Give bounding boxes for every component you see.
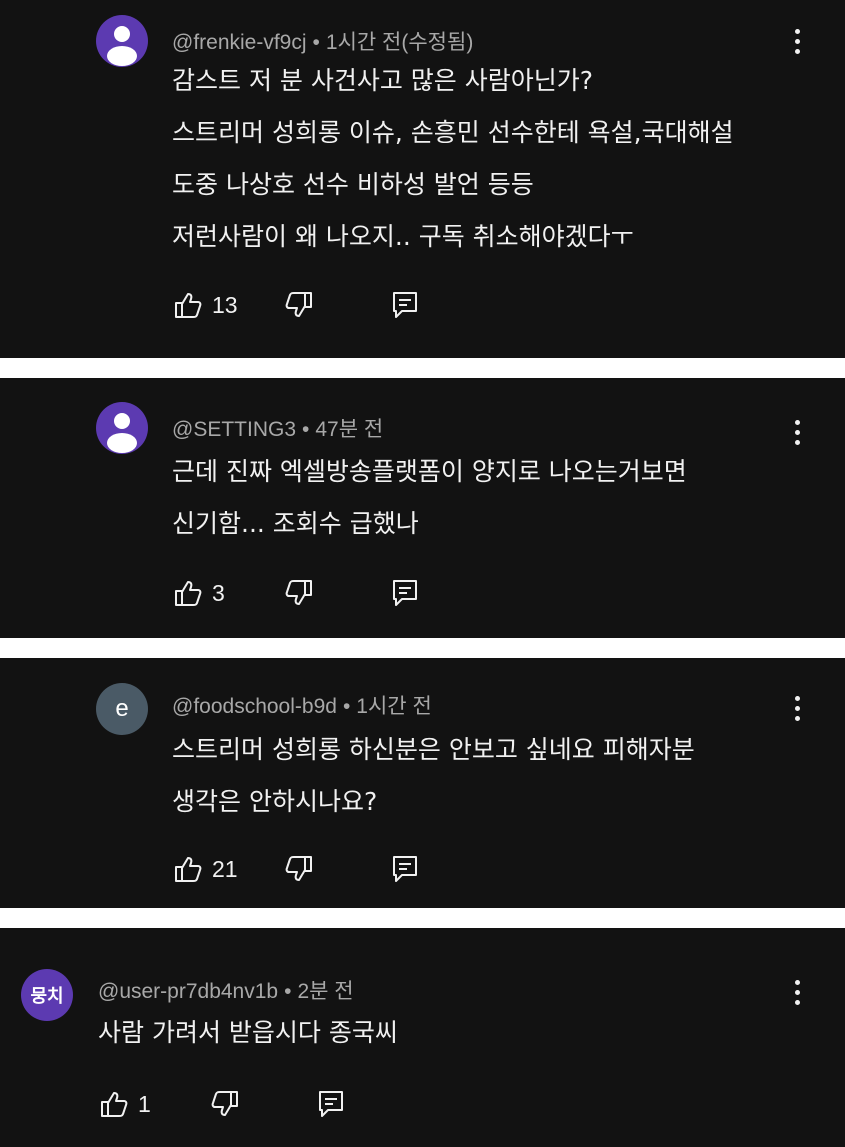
comment-author[interactable]: @user-pr7db4nv1b	[98, 980, 278, 1003]
person-icon	[107, 413, 137, 453]
like-count: 1	[138, 1090, 151, 1117]
comment-actions: 21	[172, 849, 420, 889]
comment-text: 근데 진짜 엑셀방송플랫폼이 양지로 나오는거보면 신기함... 조회수 급했나	[172, 446, 687, 550]
avatar[interactable]: 뭉치	[21, 969, 73, 1021]
comment-author[interactable]: @foodschool-b9d	[172, 695, 337, 718]
dislike-button[interactable]	[283, 289, 315, 321]
thumbs-down-icon	[285, 856, 312, 881]
avatar-letter: e	[115, 695, 129, 722]
comment-card: @frenkie-vf9cj • 1시간 전(수정됨) 감스트 저 분 사건사고 많…	[0, 0, 845, 358]
thumbs-down-icon	[211, 1091, 238, 1116]
comment-line: 저런사람이 왜 나오지.. 구독 취소해야겠다ㅜ	[172, 222, 634, 251]
comment-text: 사람 가려서 받읍시다 종국씨	[98, 1007, 398, 1059]
comment-time: 1시간 전(수정됨)	[325, 31, 474, 54]
reply-button[interactable]	[390, 577, 420, 609]
more-options-icon[interactable]	[788, 694, 808, 724]
like-count: 3	[212, 579, 225, 606]
comment-meta: @user-pr7db4nv1b • 2분 전	[98, 975, 354, 1005]
comment-line: 도중 나상호 선수 비하성 발언 등등	[172, 170, 534, 199]
avatar[interactable]	[96, 15, 148, 67]
reply-button[interactable]	[390, 289, 420, 321]
comment-card: e @foodschool-b9d • 1시간 전 스트리머 성희롱 하신분은 안보…	[0, 658, 845, 908]
comment-meta: @SETTING3 • 47분 전	[172, 413, 383, 443]
person-icon	[107, 26, 137, 66]
separator-dot: •	[284, 980, 292, 1003]
thumbs-down-icon	[285, 292, 312, 317]
comment-author[interactable]: @SETTING3	[172, 418, 296, 441]
like-button[interactable]: 13	[172, 289, 238, 321]
comment-card: @SETTING3 • 47분 전 근데 진짜 엑셀방송플랫폼이 양지로 나오는거보…	[0, 378, 845, 638]
comment-time: 47분 전	[315, 418, 384, 441]
reply-button[interactable]	[316, 1088, 346, 1120]
dislike-button[interactable]	[283, 853, 315, 885]
reply-icon	[392, 292, 417, 318]
avatar-text: 뭉치	[30, 986, 64, 1007]
dislike-button[interactable]	[283, 577, 315, 609]
reply-icon	[392, 580, 417, 606]
thumbs-up-icon	[175, 293, 202, 318]
separator-dot: •	[342, 695, 351, 718]
like-button[interactable]: 21	[172, 853, 238, 885]
thumbs-down-icon	[285, 580, 312, 605]
comment-text: 감스트 저 분 사건사고 많은 사람아닌가? 스트리머 성희롱 이슈, 손흥민 …	[172, 55, 734, 263]
like-button[interactable]: 3	[172, 577, 225, 609]
comment-actions: 3	[172, 573, 420, 613]
comment-line: 근데 진짜 엑셀방송플랫폼이 양지로 나오는거보면	[172, 457, 687, 486]
comment-author[interactable]: @frenkie-vf9cj	[172, 31, 307, 54]
like-button[interactable]: 1	[98, 1088, 151, 1120]
reply-icon	[318, 1091, 343, 1117]
comment-line: 생각은 안하시나요?	[172, 787, 378, 816]
thumbs-up-icon	[175, 857, 202, 882]
more-options-icon[interactable]	[788, 418, 808, 448]
comment-line: 감스트 저 분 사건사고 많은 사람아닌가?	[172, 66, 594, 95]
comment-line: 사람 가려서 받읍시다 종국씨	[98, 1018, 398, 1047]
dislike-button[interactable]	[209, 1088, 241, 1120]
comment-time: 1시간 전	[356, 695, 432, 718]
comment-meta: @foodschool-b9d • 1시간 전	[172, 690, 432, 720]
comment-meta: @frenkie-vf9cj • 1시간 전(수정됨)	[172, 26, 473, 56]
comment-actions: 13	[172, 285, 420, 325]
like-count: 21	[212, 855, 238, 882]
comment-actions: 1	[98, 1084, 346, 1124]
separator-dot: •	[302, 418, 310, 441]
comment-line: 스트리머 성희롱 이슈, 손흥민 선수한테 욕설,국대해설	[172, 118, 734, 147]
thumbs-up-icon	[175, 581, 202, 606]
avatar[interactable]: e	[96, 683, 148, 735]
more-options-icon[interactable]	[788, 978, 808, 1008]
comment-line: 스트리머 성희롱 하신분은 안보고 싶네요 피해자분	[172, 735, 695, 764]
more-options-icon[interactable]	[788, 27, 808, 57]
separator-dot: •	[312, 31, 320, 54]
comment-line: 신기함... 조회수 급했나	[172, 509, 419, 538]
comment-card: 뭉치 @user-pr7db4nv1b • 2분 전 사람 가려서 받읍시다 종국씨…	[0, 928, 845, 1147]
reply-icon	[392, 856, 417, 882]
like-count: 13	[212, 291, 238, 318]
comment-time: 2분 전	[297, 980, 354, 1003]
comment-text: 스트리머 성희롱 하신분은 안보고 싶네요 피해자분 생각은 안하시나요?	[172, 724, 695, 828]
avatar[interactable]	[96, 402, 148, 454]
thumbs-up-icon	[101, 1092, 128, 1117]
reply-button[interactable]	[390, 853, 420, 885]
